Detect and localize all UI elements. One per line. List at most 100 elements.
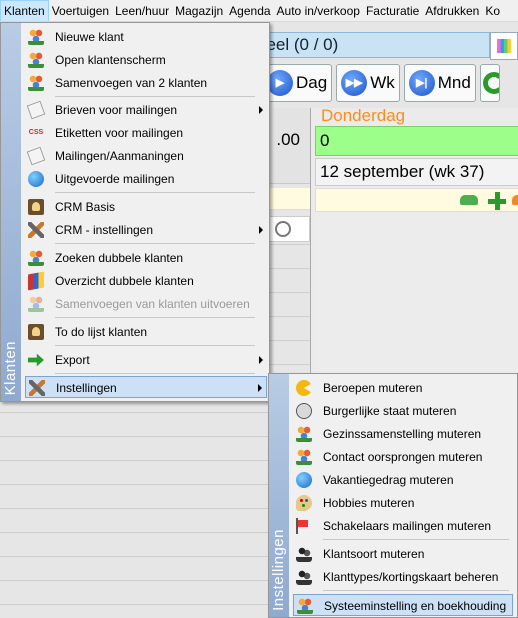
agenda-title: neel (0 / 0)	[250, 32, 490, 58]
menu-item-nieuwe-klant[interactable]: Nieuwe klant	[25, 26, 267, 48]
pacman-icon	[296, 380, 312, 396]
agenda-nav: ▶ Dag ▶▶ Wk ▶| Mnd	[262, 64, 500, 104]
klanten-menu: Klanten Nieuwe klant Open klantenscherm …	[0, 22, 270, 402]
menu-item-zoeken-dubbele-klanten[interactable]: Zoeken dubbele klanten	[25, 247, 267, 269]
menu-item-crm-basis[interactable]: CRM Basis	[25, 196, 267, 218]
tools-icon	[28, 222, 44, 238]
car-icon[interactable]	[460, 195, 478, 205]
css-icon: CSS	[28, 129, 44, 136]
submenu-arrow-icon	[259, 356, 263, 364]
chart-icon[interactable]	[490, 32, 518, 60]
people-icon	[28, 52, 44, 68]
tools-icon	[29, 380, 45, 396]
week-button[interactable]: ▶▶ Wk	[336, 64, 400, 102]
day-count: 0	[315, 126, 518, 156]
submenu-item-beroepen[interactable]: Beroepen muteren	[293, 377, 513, 399]
menu-item-samenvoegen-uitvoeren: Samenvoegen van klanten uitvoeren	[25, 293, 267, 315]
menu-klanten[interactable]: Klanten	[0, 0, 49, 21]
menu-item-overzicht-dubbele-klanten[interactable]: Overzicht dubbele klanten	[25, 270, 267, 292]
submenu-item-klantsoort[interactable]: Klantsoort muteren	[293, 543, 513, 565]
people-icon	[28, 250, 44, 266]
refresh-button[interactable]	[479, 64, 500, 102]
export-icon	[28, 353, 44, 367]
separator	[55, 243, 255, 244]
submenu-item-burgerlijke-staat[interactable]: Burgerlijke staat muteren	[293, 400, 513, 422]
submenu-item-schakelaars-mailingen[interactable]: Schakelaars mailingen muteren	[293, 515, 513, 537]
book-icon	[28, 271, 44, 291]
menu-item-crm-instellingen[interactable]: CRM - instellingen	[25, 219, 267, 241]
people-icon	[28, 29, 44, 45]
menu-facturatie[interactable]: Facturatie	[363, 0, 422, 21]
menu-magazijn[interactable]: Magazijn	[172, 0, 226, 21]
klanten-band-label: Klanten	[2, 340, 19, 395]
menu-auto-in-verkoop[interactable]: Auto in/verkoop	[274, 0, 363, 21]
day-button[interactable]: ▶ Dag	[262, 64, 333, 102]
separator	[55, 345, 255, 346]
opel-logo-icon	[275, 221, 291, 237]
menu-item-open-klantenscherm[interactable]: Open klantenscherm	[25, 49, 267, 71]
submenu-item-klanttypes-kortingskaart[interactable]: Klanttypes/kortingskaart beheren	[293, 566, 513, 588]
month-button-label: Mnd	[437, 73, 471, 92]
menu-item-brieven-mailingen[interactable]: Brieven voor mailingen	[25, 99, 267, 121]
menu-item-mailingen-aanmaningen[interactable]: Mailingen/Aanmaningen	[25, 145, 267, 167]
day-date: 12 september (wk 37)	[315, 158, 518, 186]
globe-icon	[296, 472, 312, 488]
submenu-arrow-icon	[259, 226, 263, 234]
instellingen-submenu: Instellingen Beroepen muteren Burgerlijk…	[268, 373, 518, 618]
separator	[55, 192, 255, 193]
agenda-cell[interactable]	[268, 216, 310, 242]
persons-icon	[296, 569, 312, 585]
flag-icon	[296, 518, 312, 534]
menu-leen-huur[interactable]: Leen/huur	[112, 0, 172, 21]
persons-icon	[296, 546, 312, 562]
submenu-item-gezinssamenstelling[interactable]: Gezinssamenstelling muteren	[293, 423, 513, 445]
people-icon	[28, 75, 44, 91]
day-button-label: Dag	[296, 73, 328, 92]
submenu-item-vakantiegedrag[interactable]: Vakantiegedrag muteren	[293, 469, 513, 491]
separator	[55, 373, 255, 374]
play-icon: ▶	[267, 70, 293, 96]
submenu-item-contact-oorsprongen[interactable]: Contact oorsprongen muteren	[293, 446, 513, 468]
day-toolbar	[315, 188, 518, 212]
menu-bar: Klanten Voertuigen Leen/huur Magazijn Ag…	[0, 0, 518, 22]
menu-afdrukken[interactable]: Afdrukken	[422, 0, 482, 21]
time-label: .00	[276, 130, 300, 149]
separator	[55, 317, 255, 318]
envelope-icon	[26, 100, 46, 120]
car-orange-icon[interactable]	[512, 195, 518, 205]
menu-agenda[interactable]: Agenda	[226, 0, 273, 21]
menu-item-etiketten-mailingen[interactable]: CSS Etiketten voor mailingen	[25, 122, 267, 144]
submenu-arrow-icon	[259, 106, 263, 114]
todo-icon	[28, 324, 44, 340]
day-name: Donderdag	[321, 106, 406, 125]
separator	[55, 96, 255, 97]
people-icon	[296, 426, 312, 442]
separator	[323, 539, 509, 540]
menu-item-instellingen[interactable]: Instellingen	[25, 376, 267, 398]
submenu-arrow-icon	[258, 384, 262, 392]
instellingen-band-label: Instellingen	[270, 529, 287, 611]
week-button-label: Wk	[370, 73, 395, 92]
mailings-done-icon	[28, 171, 44, 187]
refresh-icon	[482, 72, 499, 94]
people-icon	[28, 296, 44, 312]
add-icon[interactable]	[488, 192, 506, 210]
menu-item-samenvoegen-2-klanten[interactable]: Samenvoegen van 2 klanten	[25, 72, 267, 94]
palette-icon	[296, 495, 312, 511]
menu-voertuigen[interactable]: Voertuigen	[49, 0, 112, 21]
submenu-item-hobbies[interactable]: Hobbies muteren	[293, 492, 513, 514]
envelope-icon	[26, 146, 46, 166]
skip-forward-icon: ▶|	[408, 70, 435, 96]
menu-item-todo-lijst[interactable]: To do lijst klanten	[25, 321, 267, 343]
submenu-item-systeeminstelling-boekhouding[interactable]: Systeeminstelling en boekhouding	[293, 594, 513, 616]
menu-item-export[interactable]: Export	[25, 349, 267, 371]
menu-ko[interactable]: Ko	[482, 0, 503, 21]
face-icon	[296, 403, 312, 419]
fast-forward-icon: ▶▶	[341, 70, 368, 96]
crm-icon	[28, 199, 44, 215]
people-icon	[296, 449, 312, 465]
klanten-menu-band: Klanten	[1, 23, 21, 401]
people-icon	[297, 598, 313, 614]
menu-item-uitgevoerde-mailingen[interactable]: Uitgevoerde mailingen	[25, 168, 267, 190]
month-button[interactable]: ▶| Mnd	[403, 64, 476, 102]
